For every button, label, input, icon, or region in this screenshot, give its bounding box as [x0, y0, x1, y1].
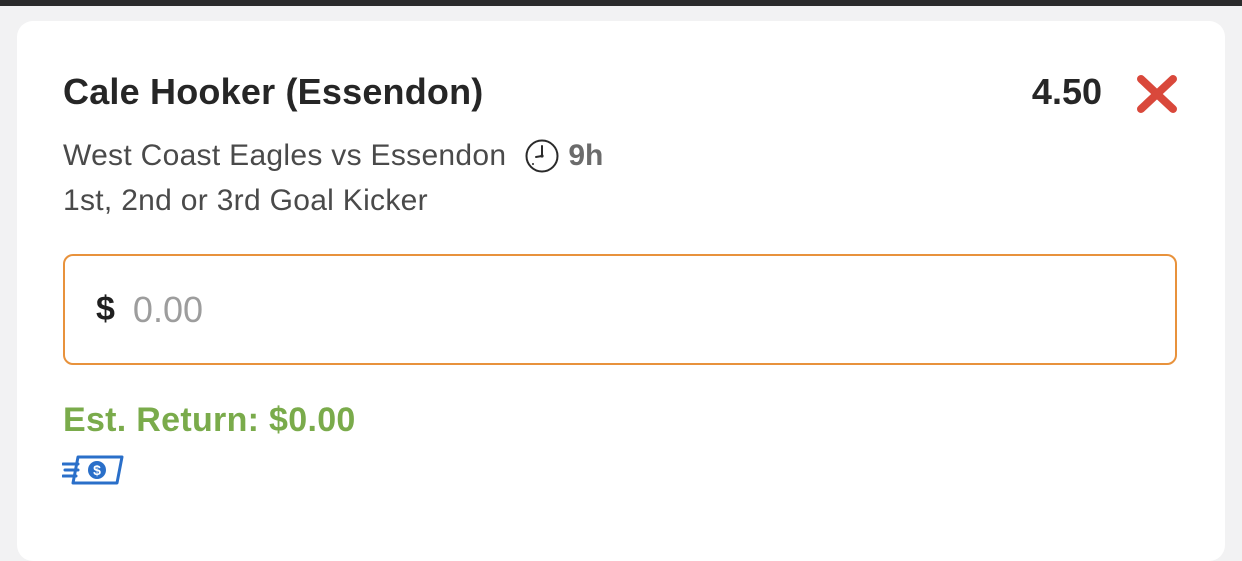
event-name: West Coast Eagles vs Essendon — [63, 139, 507, 172]
event-line: West Coast Eagles vs Essendon 9h — [63, 136, 603, 176]
close-x-icon — [1135, 74, 1179, 114]
bet-slip-card: Cale Hooker (Essendon) 4.50 West Coast E… — [17, 21, 1225, 561]
clock-icon — [524, 138, 560, 174]
svg-text:$: $ — [93, 462, 101, 478]
odds-value: 4.50 — [1031, 71, 1102, 112]
stake-input[interactable] — [132, 288, 1033, 331]
selection-name: Cale Hooker (Essendon) — [63, 71, 484, 112]
currency-symbol: $ — [96, 290, 115, 328]
stake-field[interactable]: $ — [63, 254, 1177, 365]
time-to-start: 9h — [568, 139, 604, 172]
top-bar — [0, 0, 1242, 6]
remove-bet-button[interactable] — [1135, 74, 1179, 114]
fast-cash-icon: $ — [62, 454, 124, 486]
market-name: 1st, 2nd or 3rd Goal Kicker — [63, 184, 428, 217]
estimated-return: Est. Return: $0.00 — [63, 401, 356, 439]
